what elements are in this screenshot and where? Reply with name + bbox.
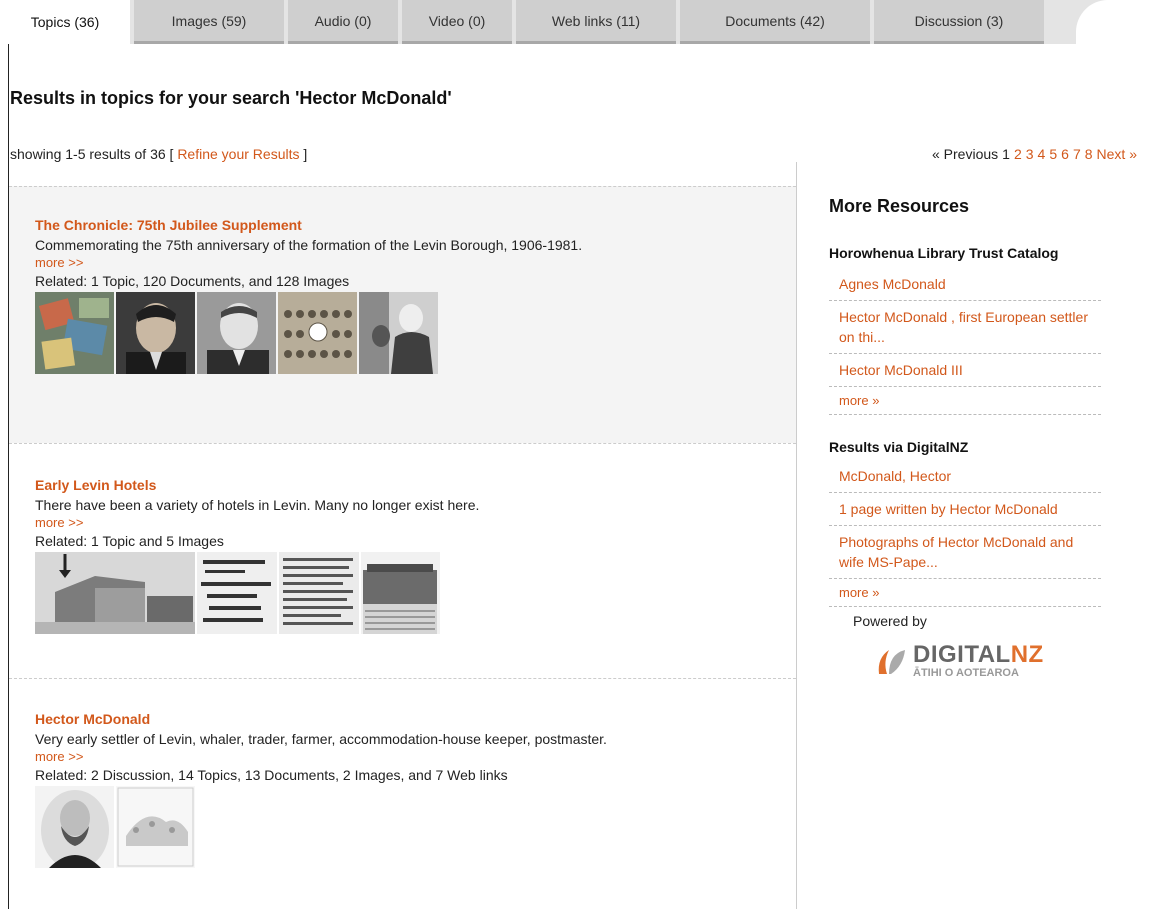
catalog-result-link[interactable]: Agnes McDonald <box>829 268 1101 301</box>
digitalnz-result-link[interactable]: Photographs of Hector McDonald and wife … <box>829 526 1101 579</box>
result-item: The Chronicle: 75th Jubilee Supplement C… <box>9 186 796 443</box>
digitalnz-logo-icon <box>878 650 905 674</box>
thumbnail-image[interactable] <box>278 292 357 374</box>
sidebar-title: More Resources <box>829 196 970 216</box>
tab-web-links[interactable]: Web links (11) <box>516 0 676 44</box>
results-list: The Chronicle: 75th Jubilee Supplement C… <box>9 186 796 918</box>
pagination-page-link[interactable]: 8 <box>1085 146 1093 162</box>
digitalnz-result-link[interactable]: McDonald, Hector <box>829 460 1101 493</box>
result-thumbnails <box>35 552 796 634</box>
digitalnz-more-link[interactable]: more » <box>829 579 1101 607</box>
digitalnz-heading: Results via DigitalNZ <box>829 439 969 455</box>
pagination-page-link[interactable]: 5 <box>1049 146 1057 162</box>
result-thumbnails <box>35 292 796 374</box>
result-description: There have been a variety of hotels in L… <box>35 497 480 513</box>
pagination: « Previous 1 2 3 4 5 6 7 8 Next » <box>932 146 1137 162</box>
pagination-page-link[interactable]: 3 <box>1026 146 1034 162</box>
pagination-page-link[interactable]: 2 <box>1014 146 1022 162</box>
tab-documents[interactable]: Documents (42) <box>680 0 870 44</box>
catalog-result-link[interactable]: Hector McDonald , first European settler… <box>829 301 1101 354</box>
result-related: Related: 1 Topic, 120 Documents, and 128… <box>35 273 350 289</box>
tab-bar: Topics (36) Images (59) Audio (0) Video … <box>0 0 1151 45</box>
thumbnail-image[interactable] <box>361 552 440 634</box>
digitalnz-logo[interactable]: DIGITALNZ ĀTIHI O AOTEAROA <box>873 643 1101 679</box>
summary-suffix: ] <box>303 146 308 162</box>
powered-by-label: Powered by <box>853 613 927 629</box>
thumbnail-image[interactable] <box>35 786 114 868</box>
result-more-link[interactable]: more >> <box>35 514 796 532</box>
sidebar-divider <box>796 162 797 909</box>
pagination-page-link[interactable]: 6 <box>1061 146 1069 162</box>
thumbnail-image[interactable] <box>279 552 359 634</box>
digitalnz-result-link[interactable]: 1 page written by Hector McDonald <box>829 493 1101 526</box>
thumbnail-image[interactable] <box>35 552 195 634</box>
pagination-previous: « Previous <box>932 146 999 162</box>
thumbnail-image[interactable] <box>359 292 438 374</box>
catalog-result-link[interactable]: Hector McDonald III <box>829 354 1101 387</box>
result-description: Commemorating the 75th anniversary of th… <box>35 237 583 253</box>
pagination-next-link[interactable]: Next » <box>1097 146 1137 162</box>
result-related: Related: 1 Topic and 5 Images <box>35 533 224 549</box>
tab-video[interactable]: Video (0) <box>402 0 512 44</box>
thumbnail-image[interactable] <box>197 292 276 374</box>
result-thumbnails <box>35 786 796 868</box>
result-description: Very early settler of Levin, whaler, tra… <box>35 731 607 747</box>
tab-audio[interactable]: Audio (0) <box>288 0 398 44</box>
result-more-link[interactable]: more >> <box>35 254 796 272</box>
summary-prefix: showing 1-5 results of 36 [ <box>10 146 174 162</box>
more-resources-sidebar: More Resources Horowhenua Library Trust … <box>829 196 1101 679</box>
results-summary: showing 1-5 results of 36 [ Refine your … <box>10 146 307 162</box>
refine-results-link[interactable]: Refine your Results <box>177 146 299 162</box>
tab-topics[interactable]: Topics (36) <box>0 0 130 44</box>
result-more-link[interactable]: more >> <box>35 748 796 766</box>
result-related: Related: 2 Discussion, 14 Topics, 13 Doc… <box>35 767 508 783</box>
thumbnail-image[interactable] <box>35 292 114 374</box>
result-title-link[interactable]: The Chronicle: 75th Jubilee Supplement <box>35 217 796 233</box>
tab-bar-corner <box>1076 0 1151 44</box>
thumbnail-image[interactable] <box>197 552 277 634</box>
digitalnz-logo-text: DIGITALNZ <box>913 641 1044 668</box>
thumbnail-image[interactable] <box>116 292 195 374</box>
results-heading: Results in topics for your search 'Hecto… <box>10 88 452 108</box>
result-title-link[interactable]: Hector McDonald <box>35 711 796 727</box>
thumbnail-image[interactable] <box>116 786 195 868</box>
result-item: Hector McDonald Very early settler of Le… <box>9 678 796 918</box>
tab-discussion[interactable]: Discussion (3) <box>874 0 1044 44</box>
digitalnz-logo-tagline: ĀTIHI O AOTEAROA <box>913 667 1019 679</box>
pagination-page-link[interactable]: 4 <box>1038 146 1046 162</box>
pagination-page-link[interactable]: 7 <box>1073 146 1081 162</box>
result-title-link[interactable]: Early Levin Hotels <box>35 477 796 493</box>
catalog-heading: Horowhenua Library Trust Catalog <box>829 245 1059 261</box>
catalog-more-link[interactable]: more » <box>829 387 1101 415</box>
tab-images[interactable]: Images (59) <box>134 0 284 44</box>
pagination-current: 1 <box>1002 146 1010 162</box>
result-item: Early Levin Hotels There have been a var… <box>9 443 796 678</box>
